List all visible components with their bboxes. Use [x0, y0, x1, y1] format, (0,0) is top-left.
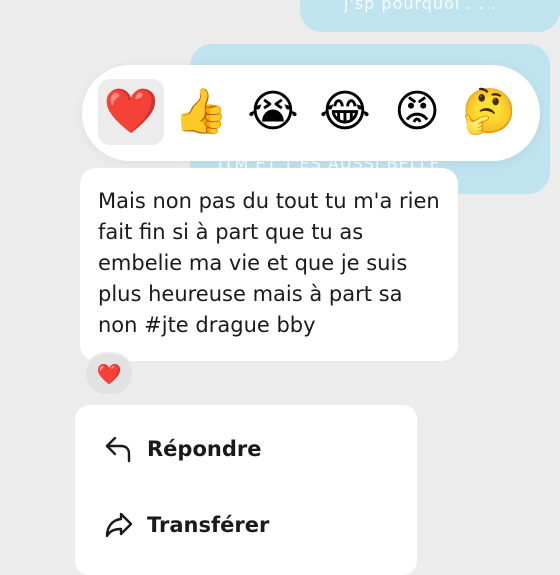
reply-button[interactable]: Répondre	[75, 419, 417, 479]
forward-arrow-icon	[103, 509, 135, 541]
sent-message-text: j'sp pourquoi . . .	[344, 0, 497, 13]
reply-arrow-icon	[103, 433, 135, 465]
reply-label: Répondre	[147, 437, 262, 461]
reaction-loudly-crying-face-button[interactable]: 😭	[240, 79, 306, 145]
heart-icon: ❤️	[96, 362, 122, 386]
sent-message-bubble: j'sp pourquoi . . .	[300, 0, 560, 32]
received-message-bubble[interactable]: Mais non pas du tout tu m'a rien fait fi…	[80, 168, 458, 361]
reaction-thumbs-up-button[interactable]: 👍	[168, 79, 234, 145]
reaction-tears-of-joy-button[interactable]: 😂	[312, 79, 378, 145]
reaction-picker: ❤️ 👍 😭 😂 😡 🤔	[82, 65, 540, 161]
reaction-angry-face-button[interactable]: 😡	[384, 79, 450, 145]
reaction-thinking-face-button[interactable]: 🤔	[456, 79, 522, 145]
message-text: Mais non pas du tout tu m'a rien fait fi…	[98, 189, 440, 337]
message-context-menu: Répondre Transférer	[75, 405, 417, 575]
message-reaction-badge[interactable]: ❤️	[84, 352, 134, 396]
reaction-red-heart-button[interactable]: ❤️	[98, 79, 164, 145]
forward-button[interactable]: Transférer	[75, 495, 417, 555]
forward-label: Transférer	[147, 513, 270, 537]
